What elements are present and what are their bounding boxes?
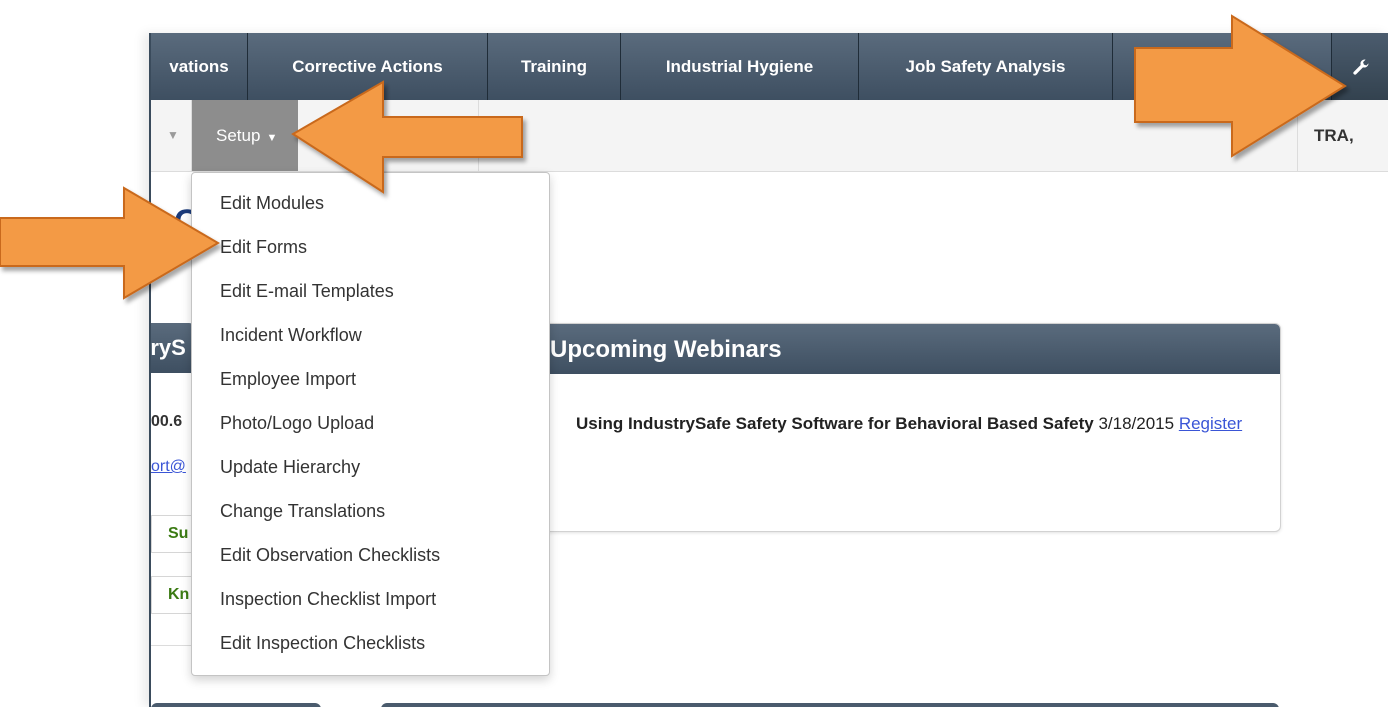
- arrow-to-edit-forms-icon: [0, 186, 220, 300]
- arrow-to-setup-icon: [291, 80, 523, 194]
- annotation-arrow-right-icon: [0, 14, 1347, 300]
- arrow-to-settings-icon: [1134, 14, 1347, 158]
